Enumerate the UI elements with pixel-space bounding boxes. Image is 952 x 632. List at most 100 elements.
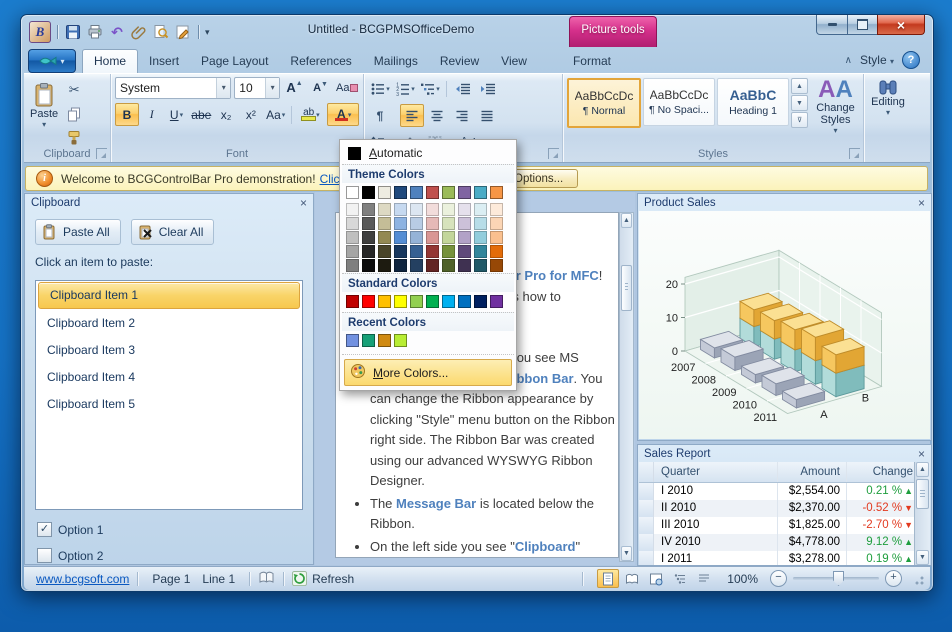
color-swatch[interactable] [346, 217, 359, 230]
color-swatch[interactable] [378, 259, 391, 272]
list-item[interactable]: Clipboard Item 5 [36, 391, 302, 418]
table-header-row[interactable]: Quarter AmountChange [639, 462, 930, 483]
color-swatch[interactable] [426, 217, 439, 230]
font-size-combo[interactable]: 10▾ [234, 77, 280, 99]
color-swatch[interactable] [410, 203, 423, 216]
superscript-button[interactable]: x² [239, 103, 263, 126]
cut-button[interactable]: ✂ [62, 78, 86, 101]
file-menu-button[interactable]: ▾ [28, 49, 76, 73]
clipboard-pane-header[interactable]: Clipboard × [25, 194, 313, 211]
scroll-thumb[interactable] [621, 265, 632, 311]
color-swatch[interactable] [458, 231, 471, 244]
color-swatch[interactable] [490, 203, 503, 216]
tab-review[interactable]: Review [429, 50, 490, 73]
resize-grip[interactable] [912, 573, 924, 585]
color-swatch[interactable] [426, 231, 439, 244]
view-print-layout-button[interactable] [597, 569, 619, 588]
color-swatch[interactable] [410, 259, 423, 272]
color-swatch[interactable] [394, 203, 407, 216]
undo-icon[interactable]: ↶ [108, 23, 126, 41]
color-swatch[interactable] [426, 295, 439, 308]
color-swatch[interactable] [410, 245, 423, 258]
subscript-button[interactable]: x₂ [214, 103, 238, 126]
maximize-button[interactable] [848, 15, 877, 35]
styles-dialog-launcher[interactable] [849, 148, 860, 159]
color-swatch[interactable] [426, 259, 439, 272]
paste-button[interactable]: Paste▾ [30, 78, 58, 149]
strikethrough-button[interactable]: abe [189, 103, 213, 126]
color-swatch[interactable] [362, 203, 375, 216]
color-swatch[interactable] [378, 231, 391, 244]
attach-icon[interactable] [130, 23, 148, 41]
color-swatch[interactable] [442, 231, 455, 244]
color-swatch[interactable] [394, 217, 407, 230]
color-swatch[interactable] [410, 295, 423, 308]
table-row[interactable]: I 2010 $2,554.00 0.21 %▲ [639, 483, 930, 500]
sales-report-header[interactable]: Sales Report × [638, 445, 931, 462]
color-swatch[interactable] [426, 203, 439, 216]
underline-button[interactable]: U▾ [165, 103, 189, 126]
list-item[interactable]: Clipboard Item 1 [38, 282, 300, 309]
list-item[interactable]: Clipboard Item 4 [36, 364, 302, 391]
clipboard-dialog-launcher[interactable] [96, 148, 107, 159]
color-swatch[interactable] [426, 245, 439, 258]
style-item[interactable]: AaBbCcDc ¶ Normal [567, 78, 641, 128]
document-scrollbar[interactable]: ▲ ▼ [619, 212, 634, 562]
color-swatch[interactable] [490, 217, 503, 230]
list-item[interactable]: Clipboard Item 3 [36, 337, 302, 364]
clear-formatting-button[interactable]: Aa [335, 76, 359, 99]
gallery-expand-icon[interactable]: ⊽ [791, 112, 808, 128]
view-draft-button[interactable] [693, 569, 715, 588]
color-swatch[interactable] [442, 295, 455, 308]
close-button[interactable]: × [877, 15, 925, 35]
shrink-font-button[interactable]: A▼ [309, 76, 332, 99]
color-swatch[interactable] [458, 245, 471, 258]
sales-report-scrollbar[interactable]: ▲ ▼ [914, 462, 930, 565]
sales-report-table[interactable]: Quarter AmountChange I 2010 $2,554.00 0.… [639, 462, 930, 565]
book-icon[interactable] [258, 570, 275, 588]
color-swatch[interactable] [410, 231, 423, 244]
change-styles-button[interactable]: AA Change Styles ▾ [808, 74, 863, 135]
color-swatch[interactable] [378, 186, 391, 199]
more-colors-item[interactable]: More Colors... [344, 359, 512, 386]
color-swatch[interactable] [378, 334, 391, 347]
title-bar[interactable]: B↶▾ Untitled - BCGPMSOfficeDemo Picture … [21, 15, 933, 47]
editing-button[interactable]: Editing ▾ [864, 74, 912, 117]
automatic-color-item[interactable]: Automatic [342, 142, 514, 164]
color-swatch[interactable] [362, 186, 375, 199]
table-row[interactable]: II 2010 $2,370.00 -0.52 %▼ [639, 500, 930, 517]
color-swatch[interactable] [394, 245, 407, 258]
align-center-button[interactable] [425, 104, 449, 127]
zoom-slider-thumb[interactable] [833, 571, 844, 586]
format-painter-button[interactable] [62, 126, 86, 149]
clipboard-items-list[interactable]: Clipboard Item 1Clipboard Item 2Clipboar… [35, 280, 303, 510]
save-icon[interactable] [64, 23, 82, 41]
app-icon[interactable]: B [29, 21, 51, 43]
color-swatch[interactable] [362, 245, 375, 258]
color-swatch[interactable] [490, 186, 503, 199]
zoom-in-icon[interactable]: + [885, 570, 902, 587]
minimize-button[interactable] [816, 15, 848, 35]
view-full-screen-button[interactable] [621, 569, 643, 588]
color-swatch[interactable] [378, 203, 391, 216]
color-swatch[interactable] [362, 295, 375, 308]
color-swatch[interactable] [394, 231, 407, 244]
tab-page-layout[interactable]: Page Layout [190, 50, 279, 73]
table-row[interactable]: I 2011 $3,278.00 0.19 %▲ [639, 551, 930, 566]
color-swatch[interactable] [394, 295, 407, 308]
align-right-button[interactable] [450, 104, 474, 127]
help-icon[interactable]: ? [902, 51, 920, 69]
zoom-level[interactable]: 100% [727, 572, 758, 586]
tab-format[interactable]: Format [562, 50, 622, 73]
scroll-thumb[interactable] [916, 479, 929, 509]
color-swatch[interactable] [346, 203, 359, 216]
bold-button[interactable]: B [115, 103, 139, 126]
tab-mailings[interactable]: Mailings [363, 50, 429, 73]
copy-button[interactable] [62, 102, 86, 125]
color-swatch[interactable] [458, 259, 471, 272]
color-swatch[interactable] [362, 231, 375, 244]
tab-view[interactable]: View [490, 50, 538, 73]
italic-button[interactable]: I [140, 103, 164, 126]
change-case-button[interactable]: Aa▾ [264, 103, 288, 126]
table-row[interactable]: IV 2010 $4,778.00 9.12 %▲ [639, 534, 930, 551]
